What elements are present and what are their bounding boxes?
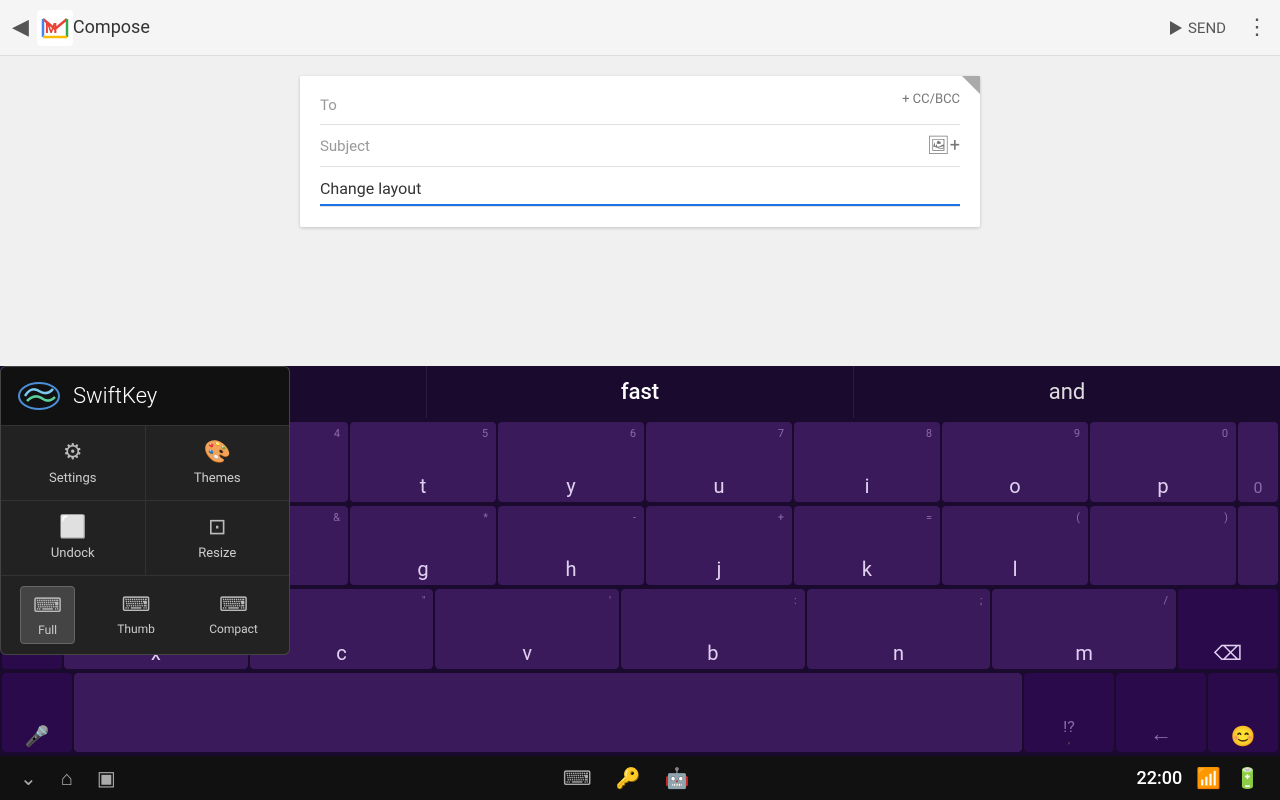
swiftkey-logo-icon <box>17 381 61 411</box>
layout-row: ⌨ Full ⌨ Thumb ⌨ Compact <box>1 575 289 654</box>
home-nav-icon[interactable]: ⌂ <box>61 766 73 791</box>
compact-layout-label: Compact <box>209 622 258 636</box>
key-y[interactable]: 6y <box>498 422 644 502</box>
settings-menu-item[interactable]: ⚙ Settings <box>1 426 146 500</box>
to-input[interactable] <box>380 97 960 114</box>
subject-input[interactable] <box>380 137 927 154</box>
recents-nav-icon[interactable]: ▣ <box>97 766 116 790</box>
key-b[interactable]: :b <box>621 589 805 669</box>
swiftkey-logo-text: SwiftKey <box>73 384 157 409</box>
keyboard-nav-icon[interactable]: ⌨ <box>563 766 592 790</box>
key-punctuation[interactable]: !? , <box>1024 673 1114 753</box>
key-j[interactable]: +j <box>646 506 792 586</box>
resize-label: Resize <box>198 546 236 561</box>
key-n[interactable]: ;n <box>807 589 991 669</box>
compose-card: + CC/BCC To Subject 🖼+ Change layout <box>300 76 980 227</box>
thumb-layout-icon: ⌨ <box>122 592 151 616</box>
key-i[interactable]: 8i <box>794 422 940 502</box>
settings-label: Settings <box>49 471 96 486</box>
undock-label: Undock <box>51 546 95 561</box>
nav-right: 22:00 📶 🔋 <box>1137 766 1260 790</box>
key-p[interactable]: 0p <box>1090 422 1236 502</box>
subject-label: Subject <box>320 137 380 155</box>
back-nav-icon[interactable]: ⌄ <box>20 766 37 790</box>
resize-menu-item[interactable]: ⊡ Resize <box>146 501 290 575</box>
layout-compact[interactable]: ⌨ Compact <box>197 586 270 644</box>
top-bar: ◀ M Compose SEND ⋮ <box>0 0 1280 56</box>
subject-field-row: Subject 🖼+ <box>320 125 960 167</box>
undock-icon: ⬜ <box>59 515 86 540</box>
swiftkey-logo-bar: SwiftKey <box>1 367 289 425</box>
attach-image-button[interactable]: 🖼+ <box>927 135 960 156</box>
cc-bcc-button[interactable]: + CC/BCC <box>902 92 960 107</box>
key-h[interactable]: -h <box>498 506 644 586</box>
key-space[interactable] <box>74 673 1022 753</box>
key-cut-right2[interactable] <box>1238 506 1278 586</box>
android-nav-icon[interactable]: 🤖 <box>665 766 690 790</box>
menu-row-top: ⚙ Settings 🎨 Themes <box>1 425 289 500</box>
compose-title: Compose <box>73 17 1170 38</box>
layout-full[interactable]: ⌨ Full <box>20 586 75 644</box>
key-m[interactable]: /m <box>992 589 1176 669</box>
gmail-icon: M <box>37 10 73 46</box>
send-label: SEND <box>1188 19 1226 37</box>
undock-menu-item[interactable]: ⬜ Undock <box>1 501 146 575</box>
key-v[interactable]: 'v <box>435 589 619 669</box>
swiftkey-nav-icon[interactable]: 🔑 <box>616 766 641 790</box>
themes-menu-item[interactable]: 🎨 Themes <box>146 426 290 500</box>
key-enter-left[interactable]: ← <box>1116 673 1206 753</box>
to-label: To <box>320 96 380 114</box>
key-k[interactable]: =k <box>794 506 940 586</box>
themes-label: Themes <box>194 471 241 486</box>
key-paren-right[interactable]: ) <box>1090 506 1236 586</box>
back-button[interactable]: ◀ <box>12 15 29 40</box>
send-icon <box>1170 21 1182 35</box>
key-emoji[interactable]: 😊 <box>1208 673 1278 753</box>
battery-icon: 🔋 <box>1235 766 1260 790</box>
full-layout-icon: ⌨ <box>33 593 62 617</box>
menu-row-middle: ⬜ Undock ⊡ Resize <box>1 500 289 575</box>
body-text: Change layout <box>320 179 960 206</box>
compose-area: + CC/BCC To Subject 🖼+ Change layout <box>0 56 1280 366</box>
key-mic[interactable]: 🎤 <box>2 673 72 753</box>
settings-icon: ⚙ <box>63 440 83 465</box>
suggestion-right[interactable]: and <box>854 366 1280 418</box>
nav-left: ⌄ ⌂ ▣ <box>20 766 116 791</box>
resize-icon: ⊡ <box>208 515 226 540</box>
swiftkey-menu: SwiftKey ⚙ Settings 🎨 Themes ⬜ Undock ⊡ … <box>0 366 290 655</box>
key-g[interactable]: *g <box>350 506 496 586</box>
layout-thumb[interactable]: ⌨ Thumb <box>105 586 167 644</box>
key-o[interactable]: 9o <box>942 422 1088 502</box>
key-l[interactable]: (l <box>942 506 1088 586</box>
corner-indicator <box>962 76 980 94</box>
key-row-4: 🎤 !? , ← 😊 <box>0 671 1280 755</box>
body-field-row: Change layout <box>320 167 960 207</box>
svg-text:M: M <box>45 21 57 37</box>
key-0-cut[interactable]: 0 <box>1238 422 1278 502</box>
clock: 22:00 <box>1137 768 1183 789</box>
to-field-row: To <box>320 86 960 125</box>
key-u[interactable]: 7u <box>646 422 792 502</box>
themes-icon: 🎨 <box>204 440 231 465</box>
more-options-button[interactable]: ⋮ <box>1246 15 1268 40</box>
wifi-icon: 📶 <box>1196 766 1221 790</box>
send-button[interactable]: SEND <box>1170 19 1226 37</box>
full-layout-label: Full <box>38 623 57 637</box>
thumb-layout-label: Thumb <box>117 622 155 636</box>
keyboard-area: of fast and # 3e 4r 5t 6y 7u 8i 9o 0p 0 <box>0 366 1280 756</box>
suggestion-center[interactable]: fast <box>427 366 854 418</box>
nav-center: ⌨ 🔑 🤖 <box>563 766 690 790</box>
key-backspace[interactable]: ⌫ <box>1178 589 1278 669</box>
compact-layout-icon: ⌨ <box>219 592 248 616</box>
nav-bar: ⌄ ⌂ ▣ ⌨ 🔑 🤖 22:00 📶 🔋 <box>0 756 1280 800</box>
key-t[interactable]: 5t <box>350 422 496 502</box>
